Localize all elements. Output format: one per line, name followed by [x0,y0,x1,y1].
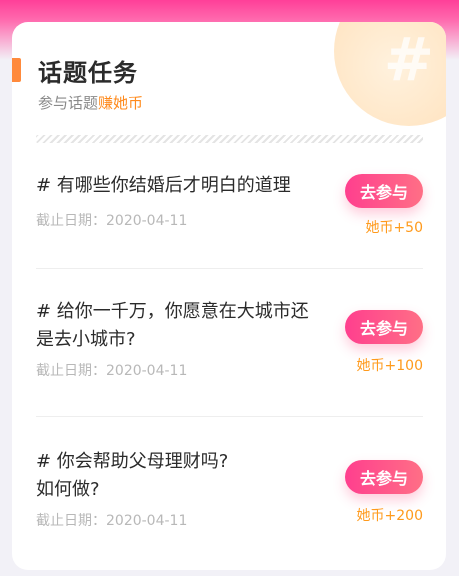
topic-tasks-card: # 话题任务 参与话题赚她币 # 有哪些你结婚后才明白的道理 截止日期：2020… [12,22,446,570]
task-item[interactable]: # 给你一千万，你愿意在大城市还是去小城市? 截止日期：2020-04-11 去… [36,298,423,408]
page-title: 话题任务 [38,59,138,87]
join-button[interactable]: 去参与 [345,310,423,344]
task-title[interactable]: # 有哪些你结婚后才明白的道理 [36,172,311,200]
reward-amount: 她币+100 [356,358,423,374]
task-deadline: 截止日期：2020-04-11 [36,363,188,379]
reward-amount: 她币+200 [356,508,423,524]
task-divider [36,268,423,269]
join-button[interactable]: 去参与 [345,174,423,208]
reward-amount: 她币+50 [365,220,423,236]
title-accent-bar [12,58,21,82]
join-button[interactable]: 去参与 [345,460,423,494]
striped-divider [36,135,423,143]
task-item[interactable]: # 你会帮助父母理财吗?如何做? 截止日期：2020-04-11 去参与 她币+… [36,448,423,558]
task-item[interactable]: # 有哪些你结婚后才明白的道理 截止日期：2020-04-11 去参与 她币+5… [36,172,423,262]
subtitle-highlight: 赚她币 [98,94,144,112]
task-title[interactable]: # 给你一千万，你愿意在大城市还是去小城市? [36,298,311,354]
hash-icon: # [383,25,434,95]
task-title[interactable]: # 你会帮助父母理财吗?如何做? [36,448,241,504]
page-subtitle: 参与话题赚她币 [38,92,143,113]
subtitle-prefix: 参与话题 [38,94,99,112]
task-divider [36,416,423,417]
task-deadline: 截止日期：2020-04-11 [36,513,188,529]
task-deadline: 截止日期：2020-04-11 [36,213,188,229]
